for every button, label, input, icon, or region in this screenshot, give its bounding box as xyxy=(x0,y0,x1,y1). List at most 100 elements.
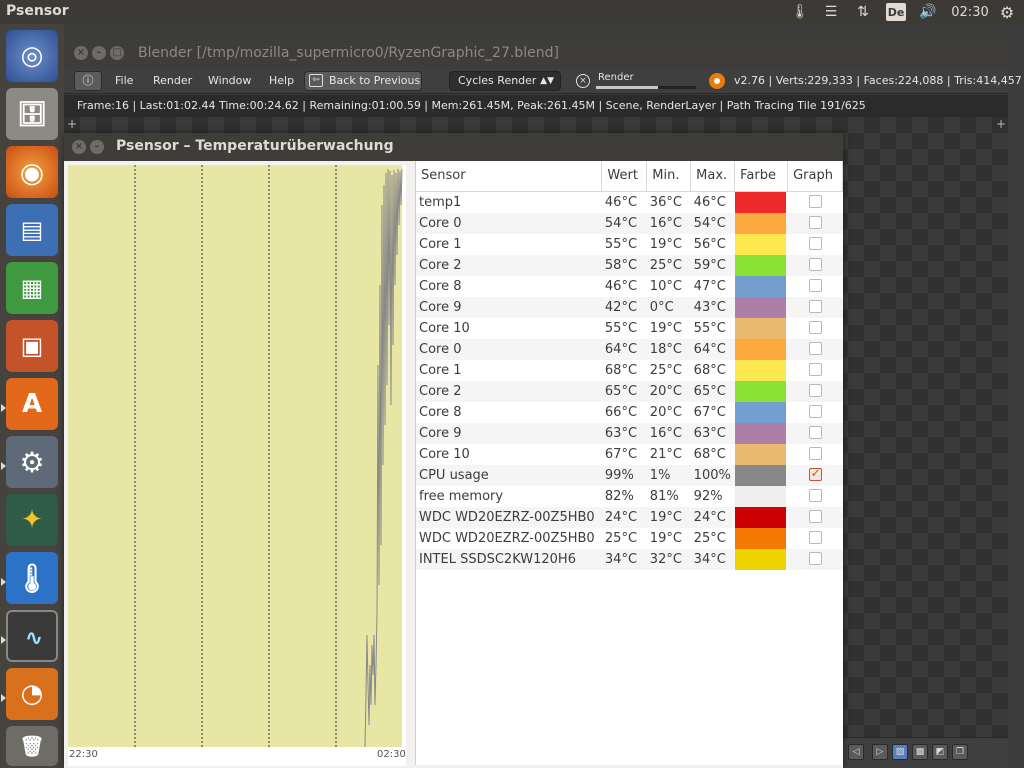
table-row[interactable]: Core 9 63°C 16°C 63°C xyxy=(416,422,843,444)
close-icon[interactable]: × xyxy=(74,46,88,60)
sensor-color-cell[interactable] xyxy=(734,527,788,549)
color-swatch[interactable] xyxy=(734,317,786,339)
column-graph[interactable]: Graph xyxy=(787,161,843,192)
color-swatch[interactable] xyxy=(734,443,786,465)
table-row[interactable]: Core 1 55°C 19°C 56°C xyxy=(416,233,843,255)
column-color[interactable]: Farbe xyxy=(734,161,789,192)
maximize-icon[interactable]: □ xyxy=(110,46,124,60)
graph-checkbox[interactable] xyxy=(808,216,822,229)
render-engine-select[interactable]: Cycles Render ▲▼ xyxy=(449,71,561,91)
graph-checkbox[interactable] xyxy=(808,300,822,313)
color-swatch[interactable] xyxy=(734,338,786,360)
graph-checkbox[interactable] xyxy=(808,321,822,334)
graph-checkbox[interactable] xyxy=(808,531,822,544)
graph-checkbox[interactable] xyxy=(808,552,822,565)
sensor-color-cell[interactable] xyxy=(734,401,788,423)
sensor-color-cell[interactable] xyxy=(734,548,788,570)
table-row[interactable]: Core 9 42°C 0°C 43°C xyxy=(416,296,843,318)
render-slot-icon[interactable]: ❐ xyxy=(952,744,968,760)
table-row[interactable]: Core 10 55°C 19°C 55°C xyxy=(416,317,843,339)
psensor-icon[interactable]: 🌡 xyxy=(6,552,58,604)
sensor-color-cell[interactable] xyxy=(734,191,788,213)
color-swatch[interactable] xyxy=(734,359,786,381)
sensor-color-cell[interactable] xyxy=(734,380,788,402)
graph-checkbox[interactable] xyxy=(808,279,822,292)
system-monitor-icon[interactable]: ∿ xyxy=(6,610,58,662)
blender-icon[interactable]: ◔ xyxy=(6,668,58,720)
volume-icon[interactable]: 🔊 xyxy=(916,0,940,24)
graph-checkbox[interactable] xyxy=(808,258,822,271)
sensor-color-cell[interactable] xyxy=(734,485,788,507)
software-center-icon[interactable]: A xyxy=(6,378,58,430)
area-split-icon[interactable]: + xyxy=(67,117,77,131)
sensor-color-cell[interactable] xyxy=(734,275,788,297)
color-swatch[interactable] xyxy=(734,275,786,297)
menu-window[interactable]: Window xyxy=(208,74,251,87)
table-row[interactable]: Core 1 68°C 25°C 68°C xyxy=(416,359,843,381)
writer-icon[interactable]: ▤ xyxy=(6,204,58,256)
color-swatch[interactable] xyxy=(734,401,786,423)
sensor-color-cell[interactable] xyxy=(734,464,788,486)
calc-icon[interactable]: ▦ xyxy=(6,262,58,314)
table-row[interactable]: Core 2 65°C 20°C 65°C xyxy=(416,380,843,402)
network-arrows-icon[interactable]: ⇅ xyxy=(852,0,874,24)
table-row[interactable]: WDC WD20EZRZ-00Z5HB0 24°C 19°C 24°C xyxy=(416,506,843,528)
table-row[interactable]: free memory 82% 81% 92% xyxy=(416,485,843,507)
next-slot-icon[interactable]: ▷ xyxy=(872,744,888,760)
color-swatch[interactable] xyxy=(734,296,786,318)
column-sensor[interactable]: Sensor xyxy=(416,161,603,192)
graph-checkbox[interactable] xyxy=(808,447,822,460)
sensor-color-cell[interactable] xyxy=(734,443,788,465)
menu-file[interactable]: File xyxy=(115,74,133,87)
color-swatch[interactable] xyxy=(734,464,786,486)
graph-checkbox[interactable] xyxy=(808,363,822,376)
thermometer-icon[interactable]: 🌡 xyxy=(790,0,810,24)
firefox-icon[interactable]: ◉ xyxy=(6,146,58,198)
sensor-color-cell[interactable] xyxy=(734,317,788,339)
color-swatch[interactable] xyxy=(734,506,786,528)
table-row[interactable]: Core 2 58°C 25°C 59°C xyxy=(416,254,843,276)
ubuntu-dash-icon[interactable]: ◎ xyxy=(6,30,58,82)
table-row[interactable]: CPU usage 99% 1% 100% xyxy=(416,464,843,486)
table-row[interactable]: Core 0 54°C 16°C 54°C xyxy=(416,212,843,234)
app-icon[interactable]: ✦ xyxy=(6,494,58,546)
table-row[interactable]: Core 10 67°C 21°C 68°C xyxy=(416,443,843,465)
area-split-icon[interactable]: + xyxy=(996,117,1006,131)
column-max[interactable]: Max. xyxy=(690,161,736,192)
sensor-color-cell[interactable] xyxy=(734,359,788,381)
menu-render[interactable]: Render xyxy=(153,74,192,87)
minimize-icon[interactable]: – xyxy=(92,46,106,60)
color-swatch[interactable] xyxy=(734,233,786,255)
graph-checkbox[interactable] xyxy=(808,510,822,523)
draw-channels-alpha-icon[interactable]: ▩ xyxy=(912,744,928,760)
graph-checkbox[interactable] xyxy=(808,405,822,418)
graph-checkbox[interactable] xyxy=(808,489,822,502)
color-swatch[interactable] xyxy=(734,485,786,507)
minimize-icon[interactable]: – xyxy=(90,140,104,154)
sensor-color-cell[interactable] xyxy=(734,338,788,360)
prev-slot-icon[interactable]: ◁ xyxy=(848,744,864,760)
close-icon[interactable]: × xyxy=(72,140,86,154)
graph-checkbox[interactable] xyxy=(808,195,822,208)
impress-icon[interactable]: ▣ xyxy=(6,320,58,372)
draw-channels-z-icon[interactable]: ◩ xyxy=(932,744,948,760)
table-row[interactable]: Core 8 46°C 10°C 47°C xyxy=(416,275,843,297)
sensor-color-cell[interactable] xyxy=(734,212,788,234)
table-row[interactable]: temp1 46°C 36°C 46°C xyxy=(416,191,843,213)
draw-channels-color-icon[interactable]: ▨ xyxy=(892,744,908,760)
clock[interactable]: 02:30 xyxy=(948,0,992,24)
sensor-color-cell[interactable] xyxy=(734,254,788,276)
color-swatch[interactable] xyxy=(734,380,786,402)
graph-checkbox[interactable] xyxy=(808,237,822,250)
sensor-color-cell[interactable] xyxy=(734,422,788,444)
color-swatch[interactable] xyxy=(734,422,786,444)
menu-help[interactable]: Help xyxy=(269,74,294,87)
table-row[interactable]: Core 8 66°C 20°C 67°C xyxy=(416,401,843,423)
sensor-color-cell[interactable] xyxy=(734,296,788,318)
blender-titlebar[interactable]: × – □ Blender [/tmp/mozilla_supermicro0/… xyxy=(64,38,1008,68)
table-row[interactable]: INTEL SSDSC2KW120H6 34°C 32°C 34°C xyxy=(416,548,843,570)
keyboard-layout-icon[interactable]: De xyxy=(886,3,906,21)
graph-checkbox[interactable] xyxy=(808,342,822,355)
psensor-titlebar[interactable]: × – Psensor – Temperaturüberwachung xyxy=(64,133,843,161)
gear-icon[interactable]: ⚙ xyxy=(996,0,1018,24)
